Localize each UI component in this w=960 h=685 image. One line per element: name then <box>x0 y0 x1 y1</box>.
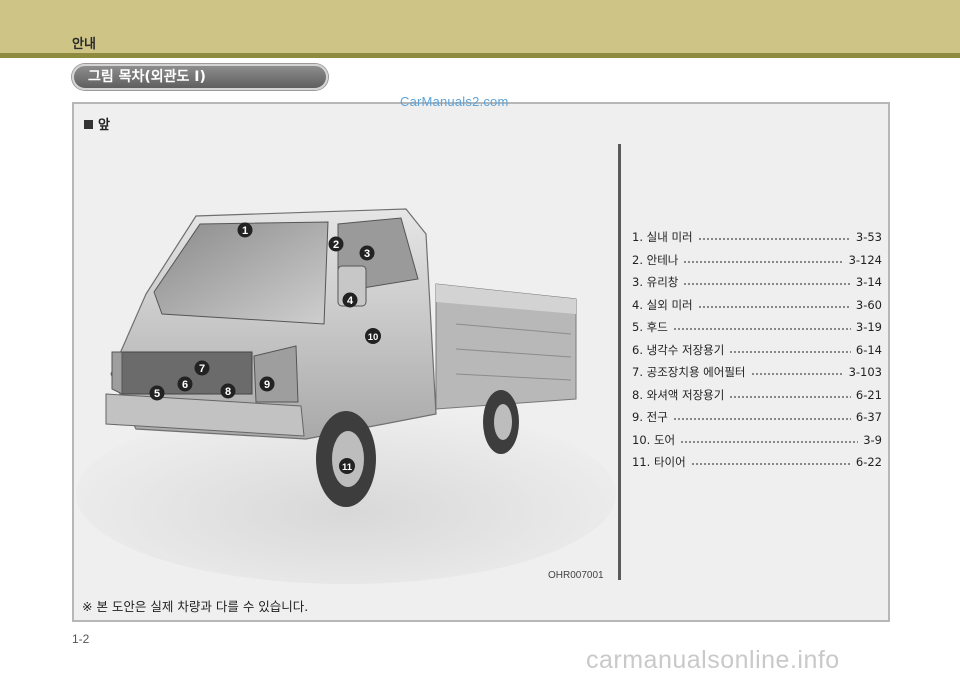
section-label: 안내 <box>72 37 96 52</box>
leader-dots <box>750 373 844 375</box>
leader-dots <box>690 463 851 465</box>
callout-2: 2 <box>328 236 344 252</box>
callout-1: 1 <box>237 222 253 238</box>
callout-10: 10 <box>365 328 381 344</box>
callout-11: 11 <box>339 458 355 474</box>
callout-3: 3 <box>359 245 375 261</box>
headlight-left <box>111 351 123 395</box>
leader-dots <box>672 328 851 330</box>
leader-dots <box>683 260 844 263</box>
leader-dots <box>683 283 851 285</box>
windshield <box>153 221 329 325</box>
svg-text:7: 7 <box>199 363 205 375</box>
watermark: CarManuals2.com <box>400 94 509 109</box>
leader-dots <box>729 395 851 398</box>
page-number: 1-2 <box>72 632 90 646</box>
toc-item[interactable]: 7. 공조장치용 에어필터 3-103 <box>632 363 882 381</box>
svg-text:1: 1 <box>242 225 248 237</box>
callout-4: 4 <box>342 292 358 308</box>
svg-text:10: 10 <box>368 332 379 343</box>
leader-dots <box>697 305 851 308</box>
callout-5: 5 <box>149 385 165 401</box>
top-header-bar <box>0 0 960 53</box>
toc-item[interactable]: 4. 실외 미러 3-60 <box>632 296 882 314</box>
toc-item[interactable]: 3. 유리창 3-14 <box>632 273 882 291</box>
toc-item[interactable]: 8. 와셔액 저장용기 6-21 <box>632 386 882 404</box>
callout-6: 6 <box>177 376 193 392</box>
footer-watermark: carmanualsonline.info <box>586 646 840 674</box>
svg-text:8: 8 <box>225 386 231 398</box>
svg-text:9: 9 <box>264 379 270 391</box>
toc-item[interactable]: 9. 전구 6-37 <box>632 408 882 426</box>
svg-text:5: 5 <box>154 388 160 400</box>
disclaimer-note: ※ 본 도안은 실제 차량과 다를 수 있습니다. <box>82 599 309 614</box>
leader-dots <box>697 238 851 240</box>
svg-text:2: 2 <box>333 239 339 251</box>
image-code: OHR007001 <box>548 570 604 581</box>
header-rule <box>0 53 960 58</box>
vertical-divider <box>618 144 621 580</box>
callout-9: 9 <box>259 376 275 392</box>
toc-item[interactable]: 10. 도어 3-9 <box>632 431 882 449</box>
leader-dots <box>729 350 851 353</box>
svg-text:6: 6 <box>182 379 188 391</box>
callout-8: 8 <box>220 383 236 399</box>
leader-dots <box>680 440 859 443</box>
headlight-right <box>253 345 299 403</box>
square-bullet-icon <box>84 120 93 129</box>
page-title: 그림 목차(외관도 I) <box>72 64 328 90</box>
svg-text:11: 11 <box>342 462 353 473</box>
rear-wheel-rim <box>494 404 512 440</box>
truck-illustration: 1 2 3 4 5 6 7 8 9 10 11 <box>76 208 616 584</box>
toc-item[interactable]: 1. 실내 미러 3-53 <box>632 228 882 246</box>
toc-item[interactable]: 11. 타이어 6-22 <box>632 453 882 471</box>
toc-item[interactable]: 2. 안테나 3-124 <box>632 251 882 269</box>
svg-text:3: 3 <box>364 248 370 260</box>
figure-panel: 앞 1 2 3 4 5 6 7 8 9 10 11 OHR007001 1. 실… <box>72 102 890 622</box>
svg-text:4: 4 <box>347 295 354 307</box>
leader-dots <box>672 418 851 420</box>
callout-7: 7 <box>194 360 210 376</box>
panel-heading-text: 앞 <box>98 118 110 133</box>
toc-item[interactable]: 6. 냉각수 저장용기 6-14 <box>632 341 882 359</box>
panel-heading: 앞 <box>84 114 110 133</box>
toc-item[interactable]: 5. 후드 3-19 <box>632 318 882 336</box>
